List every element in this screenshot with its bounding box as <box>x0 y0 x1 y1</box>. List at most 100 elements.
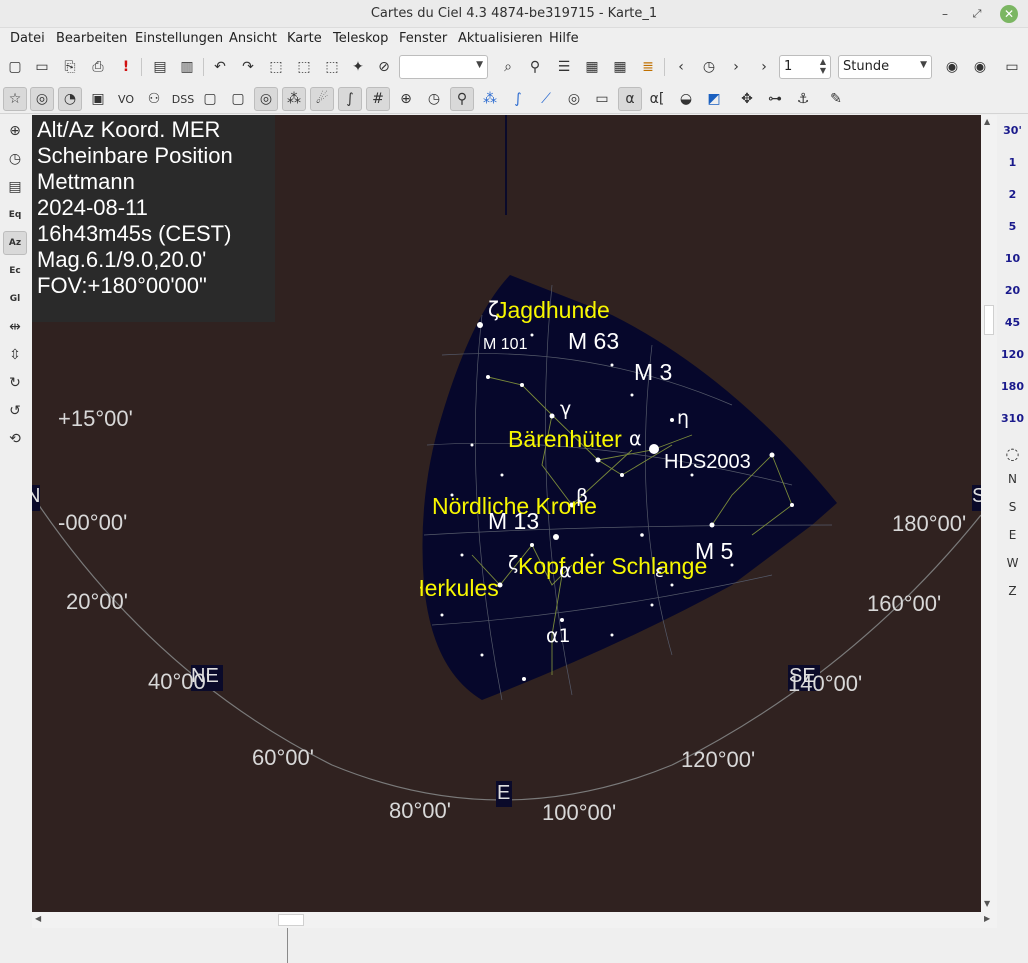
calendar-icon[interactable]: ▦ <box>608 55 632 79</box>
gl-grid-button[interactable]: Gl <box>3 287 27 311</box>
menu-einstellungen[interactable]: Einstellungen <box>135 31 223 46</box>
image-icon[interactable]: ▣ <box>86 87 110 111</box>
step-value-input[interactable]: 1 ▲ ▼ <box>779 55 831 79</box>
animation-icon[interactable]: ≣ <box>636 55 660 79</box>
zoom-level-310[interactable]: 310 <box>997 412 1028 425</box>
stars-toggle-icon[interactable]: ✦ <box>346 55 370 79</box>
rotate-left-icon[interactable]: ↺ <box>3 399 27 423</box>
zoom-level-45[interactable]: 45 <box>997 316 1028 329</box>
az-grid-button[interactable]: Az <box>3 231 27 255</box>
equator-icon[interactable]: ⟋ <box>534 87 558 111</box>
compass-icon[interactable]: ◷ <box>422 87 446 111</box>
anchor-icon[interactable]: ⚓ <box>791 87 815 111</box>
target-icon[interactable]: ◎ <box>562 87 586 111</box>
view-east-button[interactable]: E <box>997 528 1028 542</box>
zoom-level-10[interactable]: 10 <box>997 252 1028 265</box>
zoom-level-5[interactable]: 5 <box>997 220 1028 233</box>
move-icon[interactable]: ✥ <box>735 87 759 111</box>
star-pattern-icon[interactable]: ⁂ <box>282 87 306 111</box>
constellation-figures-icon[interactable]: ⚲ <box>450 87 474 111</box>
close-button[interactable]: ✕ <box>1000 5 1018 23</box>
list-icon[interactable]: ☰ <box>552 55 576 79</box>
object-list-icon[interactable]: ▦ <box>580 55 604 79</box>
maximize-button[interactable]: ⤢ <box>968 5 986 23</box>
view-south-button[interactable]: S <box>997 500 1028 514</box>
catalog-icon[interactable]: ⚇ <box>142 87 166 111</box>
rotate-right-icon[interactable]: ↻ <box>3 371 27 395</box>
vertical-scrollbar[interactable]: ▲ ▼ <box>981 115 997 912</box>
label-bracket-button[interactable]: α[ <box>645 87 669 111</box>
zoom-level-180[interactable]: 180 <box>997 380 1028 393</box>
eq-grid-button[interactable]: Eq <box>3 203 27 227</box>
print-icon[interactable]: ⎙ <box>86 55 110 79</box>
globe-icon[interactable]: ⊕ <box>3 119 27 143</box>
next-icon[interactable]: › <box>752 55 776 79</box>
ground-color-icon[interactable]: ◩ <box>702 87 726 111</box>
link-icon[interactable]: ⊶ <box>763 87 787 111</box>
clock-icon[interactable]: ◷ <box>697 55 721 79</box>
menu-bearbeiten[interactable]: Bearbeiten <box>56 31 127 46</box>
constellation-boundary-icon[interactable]: ⁂ <box>478 87 502 111</box>
sky-chart[interactable]: Alt/Az Koord. MER Scheinbare Position Me… <box>32 115 981 912</box>
zoom-level-30min[interactable]: 30' <box>997 124 1028 137</box>
zoom-level-1[interactable]: 1 <box>997 156 1028 169</box>
new-chart-icon[interactable]: ▢ <box>3 55 27 79</box>
open-folder-icon[interactable]: ▭ <box>30 55 54 79</box>
view-west-button[interactable]: W <box>997 556 1028 570</box>
step-back-icon[interactable]: ‹ <box>669 55 693 79</box>
menu-ansicht[interactable]: Ansicht <box>229 31 277 46</box>
select-area-icon[interactable]: ⬚ <box>320 55 344 79</box>
location-pin-icon[interactable]: ⚲ <box>523 55 547 79</box>
zoom-in-frame-icon[interactable]: ⬚ <box>264 55 288 79</box>
undo-icon[interactable]: ↶ <box>208 55 232 79</box>
ec-grid-button[interactable]: Ec <box>3 259 27 283</box>
view-north-button[interactable]: N <box>997 472 1028 486</box>
zoom-out-frame-icon[interactable]: ⬚ <box>292 55 316 79</box>
menu-hilfe[interactable]: Hilfe <box>549 31 579 46</box>
zoom-level-120[interactable]: 120 <box>997 348 1028 361</box>
image-overlay-icon[interactable]: ▢ <box>226 87 250 111</box>
telescope-settings-icon[interactable]: ◉ <box>968 55 992 79</box>
redo-icon[interactable]: ↷ <box>236 55 260 79</box>
zoom-level-20[interactable]: 20 <box>997 284 1028 297</box>
ecliptic-icon[interactable]: ∫ <box>506 87 530 111</box>
scroll-right-icon[interactable]: ▶ <box>984 914 990 923</box>
time-icon[interactable]: ◷ <box>3 147 27 171</box>
menu-teleskop[interactable]: Teleskop <box>333 31 388 46</box>
scale-icon[interactable]: ▭ <box>590 87 614 111</box>
minimize-button[interactable]: – <box>936 5 954 23</box>
search-combo[interactable]: ▼ <box>399 55 488 79</box>
save-icon[interactable]: ⎘ <box>58 55 82 79</box>
telescope-connect-icon[interactable]: ◉ <box>940 55 964 79</box>
grid-icon[interactable]: # <box>366 87 390 111</box>
panel-toggle-icon[interactable]: ▭ <box>1000 55 1024 79</box>
step-unit-select[interactable]: Stunde ▼ <box>838 55 932 79</box>
split-view-icon[interactable]: ▥ <box>175 55 199 79</box>
search-icon[interactable]: ⌕ <box>496 55 520 79</box>
no-object-icon[interactable]: ⊘ <box>372 55 396 79</box>
menu-karte[interactable]: Karte <box>287 31 322 46</box>
step-forward-icon[interactable]: › <box>724 55 748 79</box>
scroll-left-icon[interactable]: ◀ <box>35 914 41 923</box>
comet-icon[interactable]: ☄ <box>310 87 334 111</box>
alert-icon[interactable]: ! <box>114 55 138 79</box>
camera-icon[interactable]: ▢ <box>198 87 222 111</box>
planet-icon[interactable]: ◔ <box>58 87 82 111</box>
milky-way-icon[interactable]: ∫ <box>338 87 362 111</box>
vo-button[interactable]: VO <box>113 87 139 111</box>
greek-label-button[interactable]: α <box>618 87 642 111</box>
zoom-level-2[interactable]: 2 <box>997 188 1028 201</box>
scroll-up-icon[interactable]: ▲ <box>984 117 990 126</box>
flip-horizontal-icon[interactable]: ⇹ <box>3 315 27 339</box>
menu-aktualisieren[interactable]: Aktualisieren <box>458 31 543 46</box>
view-zenith-button[interactable]: Z <box>997 584 1028 598</box>
scroll-thumb[interactable] <box>984 305 994 335</box>
rotate-reset-icon[interactable]: ⟲ <box>3 427 27 451</box>
dss-button[interactable]: DSS <box>169 87 197 111</box>
flip-vertical-icon[interactable]: ⇳ <box>3 343 27 367</box>
window-layout-icon[interactable]: ▤ <box>148 55 172 79</box>
star-icon[interactable]: ☆ <box>3 87 27 111</box>
horizon-icon[interactable]: ◒ <box>674 87 698 111</box>
info-panel-icon[interactable]: ▤ <box>3 175 27 199</box>
horizontal-scrollbar[interactable]: ◀ ▶ <box>32 912 997 928</box>
